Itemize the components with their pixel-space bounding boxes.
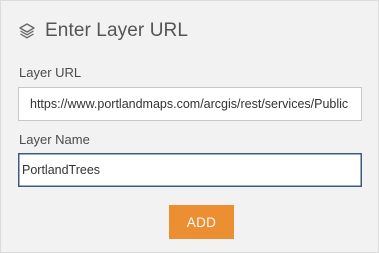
layer-name-label: Layer Name	[19, 132, 90, 147]
layer-name-input[interactable]	[18, 153, 362, 187]
layers-icon	[18, 22, 36, 40]
add-button[interactable]: ADD	[169, 205, 234, 239]
panel-header: Enter Layer URL	[18, 19, 188, 43]
add-layer-panel: Enter Layer URL Layer URL Layer Name ADD	[0, 0, 379, 253]
layer-url-input[interactable]	[18, 87, 362, 121]
layer-url-label: Layer URL	[19, 65, 82, 80]
panel-title: Enter Layer URL	[45, 20, 189, 41]
